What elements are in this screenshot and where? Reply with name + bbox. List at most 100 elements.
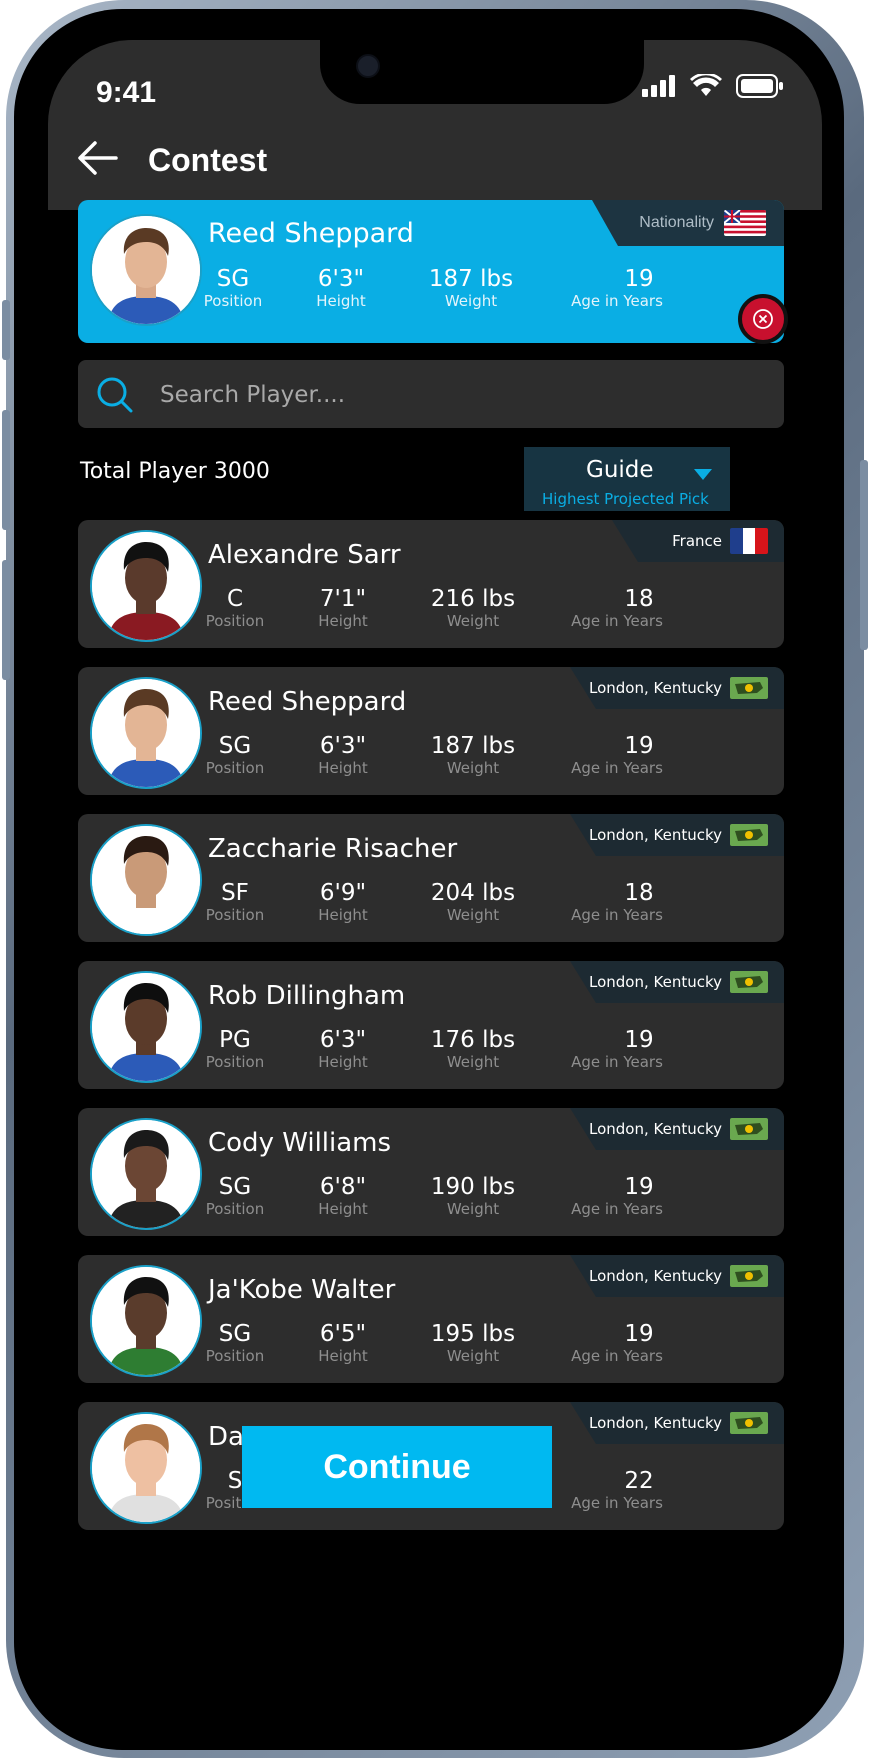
- stat-value: SF: [221, 880, 249, 906]
- stat-label: Position: [205, 1200, 265, 1218]
- stat-position: SF Position: [180, 880, 290, 924]
- stat-value: 195 lbs: [430, 1321, 516, 1347]
- back-button[interactable]: [76, 138, 120, 178]
- stat-value: SG: [216, 266, 250, 292]
- stat-label: Position: [203, 292, 263, 310]
- stat-value: 18: [624, 586, 654, 612]
- player-card[interactable]: London, Kentucky Ja'Kobe Walter SG Position…: [78, 1255, 784, 1383]
- stat-height: 6'3" Height: [288, 1027, 398, 1071]
- power-button: [860, 460, 868, 650]
- stat-height: 6'9" Height: [288, 880, 398, 924]
- stat-label: Position: [205, 1053, 265, 1071]
- location-label: London, Kentucky: [588, 973, 722, 991]
- stat-value: 6'5": [319, 1321, 367, 1347]
- remove-player-button[interactable]: [738, 294, 788, 344]
- stat-value: C: [226, 586, 244, 612]
- location-label: London, Kentucky: [588, 679, 722, 697]
- kentucky-flag-icon: [730, 824, 768, 846]
- player-name: Reed Sheppard: [208, 687, 407, 717]
- player-card[interactable]: London, Kentucky Cody Williams SG Position 6…: [78, 1108, 784, 1236]
- stat-value: 216 lbs: [430, 586, 516, 612]
- stat-value: 6'8": [319, 1174, 367, 1200]
- volume-down-button: [2, 560, 10, 680]
- stat-label: Weight: [446, 759, 500, 777]
- stat-age: 19 Age in Years: [552, 1174, 682, 1218]
- guide-subtitle: Highest Projected Pick: [542, 490, 709, 508]
- stat-label: Height: [318, 759, 368, 777]
- stat-position: PG Position: [180, 1027, 290, 1071]
- stat-value: SG: [218, 1321, 252, 1347]
- arrow-left-icon: [78, 141, 118, 175]
- stat-label: Position: [205, 1347, 265, 1365]
- stat-value: 19: [624, 1174, 654, 1200]
- guide-dropdown[interactable]: Guide Highest Projected Pick: [524, 447, 730, 511]
- stat-position: SG Position: [180, 1321, 290, 1365]
- continue-button[interactable]: Continue: [242, 1426, 552, 1508]
- stat-value: SG: [218, 1174, 252, 1200]
- stat-age: 22 Age in Years: [552, 1468, 682, 1512]
- stat-value: 22: [624, 1468, 654, 1494]
- location-label: London, Kentucky: [588, 826, 722, 844]
- stat-label: Age in Years: [571, 1347, 663, 1365]
- player-card[interactable]: London, Kentucky Rob Dillingham PG Position…: [78, 961, 784, 1089]
- caret-down-icon: [694, 469, 712, 480]
- selected-player-name: Reed Sheppard: [208, 218, 414, 249]
- stat-position: SG Position: [180, 1174, 290, 1218]
- player-name: Cody Williams: [208, 1128, 392, 1158]
- stat-label: Height: [318, 1347, 368, 1365]
- flag-icon: [724, 210, 766, 236]
- stat-value: 204 lbs: [430, 880, 516, 906]
- volume-up-button: [2, 410, 10, 530]
- stat-label: Height: [318, 1053, 368, 1071]
- player-name: Zaccharie Risacher: [208, 834, 458, 864]
- close-circle-icon: [753, 309, 773, 329]
- stat-value: 7'1": [319, 586, 367, 612]
- stat-weight: 195 lbs Weight: [418, 1321, 528, 1365]
- stat-label: Age in Years: [571, 1494, 663, 1512]
- stat-weight: 190 lbs Weight: [418, 1174, 528, 1218]
- page-title: Contest: [148, 142, 268, 178]
- stat-label: Height: [316, 292, 366, 310]
- kentucky-flag-icon: [730, 971, 768, 993]
- wifi-icon: [690, 74, 722, 96]
- location-label: London, Kentucky: [588, 1120, 722, 1138]
- location-label: France: [672, 532, 722, 550]
- stat-label: Weight: [446, 906, 500, 924]
- stat-weight: 216 lbs Weight: [418, 586, 528, 630]
- search-box[interactable]: [78, 360, 784, 428]
- stat-weight: 187 lbs Weight: [416, 266, 526, 310]
- stat-value: 6'3": [319, 1027, 367, 1053]
- player-card[interactable]: France Alexandre Sarr C Position 7'1" Height 2…: [78, 520, 784, 648]
- stat-height: 6'3" Height: [286, 266, 396, 310]
- kentucky-flag-icon: [730, 677, 768, 699]
- stat-height: 6'3" Height: [288, 733, 398, 777]
- selected-player-card[interactable]: Nationality Reed Sheppard SG Position 6'…: [78, 200, 788, 344]
- status-icons: [642, 74, 784, 98]
- stat-label: Age in Years: [571, 759, 663, 777]
- player-name: Alexandre Sarr: [208, 540, 401, 570]
- stat-value: 6'3": [319, 733, 367, 759]
- search-input[interactable]: [158, 374, 762, 416]
- stat-age: 19 Age in Years: [552, 733, 682, 777]
- player-name: Ja'Kobe Walter: [208, 1275, 396, 1305]
- stat-value: PG: [219, 1027, 251, 1053]
- stat-value: 6'3": [317, 266, 365, 292]
- stat-age: 19 Age in Years: [552, 1027, 682, 1071]
- stat-height: 6'8" Height: [288, 1174, 398, 1218]
- stat-value: 19: [624, 266, 654, 292]
- stat-label: Age in Years: [571, 612, 663, 630]
- stat-age: 19 Age in Years: [552, 266, 682, 310]
- nationality-label: Nationality: [639, 214, 714, 231]
- stat-value: 18: [624, 880, 654, 906]
- notch: [320, 40, 644, 104]
- screen: 9:41 Contest Nationality Reed Sheppard S…: [48, 40, 822, 1720]
- stat-position: C Position: [180, 586, 290, 630]
- cellular-signal-icon: [642, 75, 675, 97]
- stat-height: 7'1" Height: [288, 586, 398, 630]
- stat-label: Position: [205, 612, 265, 630]
- location-label: London, Kentucky: [588, 1414, 722, 1432]
- front-camera: [356, 54, 380, 78]
- stat-position: SG Position: [180, 733, 290, 777]
- player-card[interactable]: London, Kentucky Reed Sheppard SG Position 6…: [78, 667, 784, 795]
- player-card[interactable]: London, Kentucky Zaccharie Risacher SF Posi…: [78, 814, 784, 942]
